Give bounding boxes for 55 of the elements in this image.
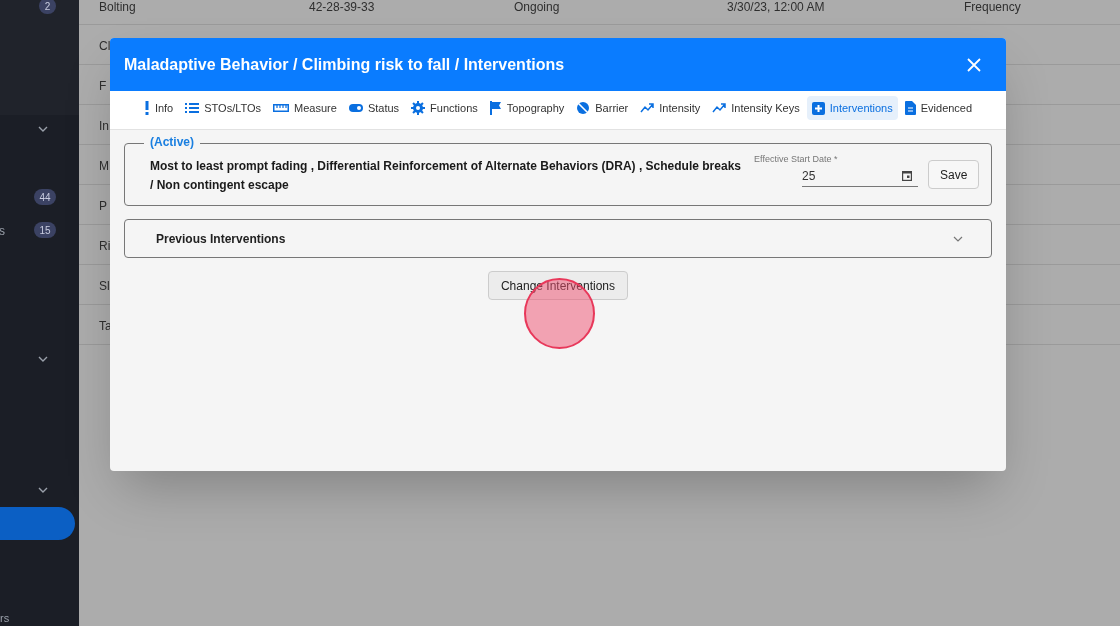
table-cell-text: Cl — [99, 38, 111, 55]
calendar-icon[interactable] — [902, 170, 913, 181]
interventions-text: Most to least prompt fading , Differential Reinforcement of Alternate Behaviors (DRA) , Schedule breaks / Non contingent escape — [150, 157, 742, 194]
accordion-label: Previous Interventions — [156, 230, 286, 248]
flag-icon — [489, 101, 502, 115]
previous-interventions-accordion[interactable]: Previous Interventions — [124, 219, 992, 258]
dialog-title: Maladaptive Behavior / Climbing risk to fall / Interventions — [124, 54, 565, 75]
tab[interactable]: Intensity Keys — [707, 96, 805, 120]
tab[interactable]: Barrier — [571, 96, 634, 120]
tab[interactable]: Interventions — [806, 96, 898, 120]
table-cell-text: Sl — [99, 278, 110, 295]
date-field[interactable]: Effective Start Date * 25 — [754, 154, 919, 187]
table-cell: Bolting — [99, 0, 136, 16]
exclamation-icon — [143, 101, 150, 115]
tab[interactable]: Measure — [268, 96, 342, 120]
chevron-down-icon[interactable] — [38, 126, 48, 132]
tab[interactable]: Intensity — [635, 96, 706, 120]
tab[interactable]: Functions — [406, 96, 483, 120]
nav-label[interactable]: rs — [0, 610, 10, 626]
count-badge: 2 — [39, 0, 56, 14]
table-cell-text: Ri — [99, 238, 111, 255]
table-cell-text: In — [99, 118, 109, 135]
chevron-icon — [953, 235, 963, 242]
save-button[interactable]: Save — [928, 160, 979, 189]
list-icon — [185, 103, 200, 113]
active-nav-item[interactable] — [0, 507, 75, 540]
tab[interactable]: Status — [343, 96, 405, 120]
close-icon — [967, 57, 981, 72]
crossed-circle-icon — [576, 101, 591, 115]
count-badge: 15 — [34, 222, 56, 238]
tab[interactable]: STOs/LTOs — [180, 96, 267, 120]
table-cell: 42-28-39-33 — [309, 0, 375, 16]
tab[interactable]: Evidenced — [899, 96, 978, 120]
status-legend: (Active) — [144, 135, 200, 149]
chevron-down-icon[interactable] — [38, 356, 48, 362]
trend-icon — [640, 103, 655, 113]
table-cell-text: F — [99, 78, 107, 95]
document-icon — [904, 101, 916, 115]
ruler-icon — [273, 104, 290, 112]
table-cell: Ongoing — [514, 0, 560, 16]
field-label: Effective Start Date * — [754, 154, 839, 165]
gear-icon — [411, 101, 426, 115]
chevron-down-icon[interactable] — [38, 487, 48, 493]
plus-square-icon — [811, 101, 825, 115]
toggle-icon — [348, 104, 363, 112]
date-value: 25 — [802, 167, 816, 185]
tab[interactable]: Info — [138, 96, 179, 120]
trend-icon — [712, 103, 727, 113]
nav-label[interactable]: s — [0, 222, 5, 240]
count-badge: 44 — [34, 189, 56, 205]
table-cell: Frequency — [964, 0, 1021, 16]
table-cell: 3/30/23, 12:00 AM — [727, 0, 825, 16]
table-cell-text: P — [99, 198, 107, 215]
table-cell-text: M — [99, 158, 109, 175]
tab[interactable]: Topography — [484, 96, 570, 120]
